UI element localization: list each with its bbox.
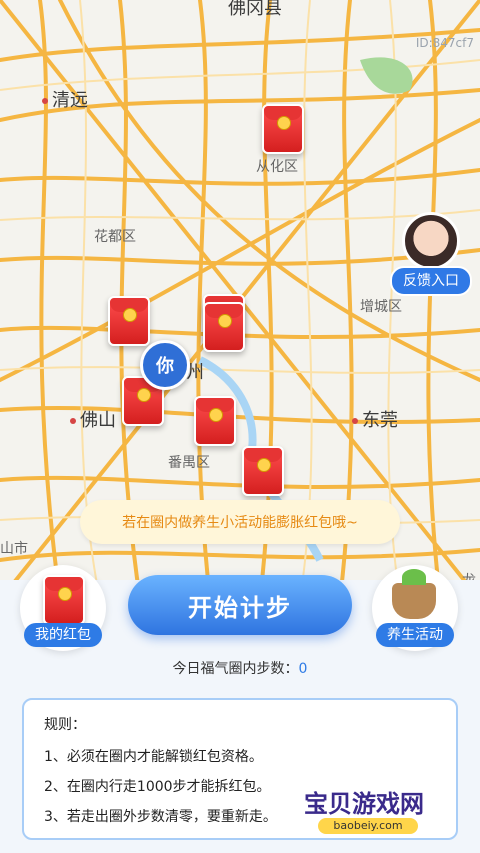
red-packet-marker[interactable] <box>194 396 236 446</box>
place-label-top: 佛冈县 <box>228 0 282 19</box>
step-count: 今日福气圈内步数：0 <box>0 658 480 678</box>
place-label: 增城区 <box>360 299 402 315</box>
place-label: 佛山 <box>70 406 116 432</box>
place-label: 从化区 <box>256 159 298 175</box>
start-counting-button[interactable]: 开始计步 <box>128 575 352 635</box>
place-label: 花都区 <box>94 229 136 245</box>
my-red-packet-button[interactable]: 我的红包 <box>20 565 106 651</box>
red-packet-icon <box>43 575 85 625</box>
red-packet-marker[interactable] <box>108 296 150 346</box>
id-text: ID:847cf7 <box>415 36 474 50</box>
place-label: 番禺区 <box>168 455 210 471</box>
watermark-url: baobeiy.com <box>318 818 418 834</box>
step-count-value: 0 <box>298 661 308 677</box>
feedback-entry[interactable]: 反馈入口 <box>390 212 472 296</box>
rules-title: 规则： <box>44 717 86 733</box>
place-label: 山市 <box>0 541 28 557</box>
health-activity-label: 养生活动 <box>376 623 454 647</box>
rule-item: 1、必须在圈内才能解锁红包资格。 <box>44 749 263 765</box>
watermark-text: 宝贝游戏网 <box>304 790 424 818</box>
herb-pot-icon <box>392 569 436 619</box>
place-label: 东莞 <box>352 406 398 432</box>
health-activity-button[interactable]: 养生活动 <box>372 565 458 651</box>
feedback-label: 反馈入口 <box>390 266 472 296</box>
user-location-marker: 你 <box>140 340 190 390</box>
assistant-avatar-icon <box>402 212 460 270</box>
red-packet-marker[interactable] <box>242 446 284 496</box>
place-label: 清远 <box>42 86 88 112</box>
site-watermark: 宝贝游戏网 baobeiy.com <box>300 770 450 840</box>
my-red-packet-label: 我的红包 <box>24 623 102 647</box>
tip-banner: 若在圈内做养生小活动能膨胀红包哦~ <box>80 500 400 544</box>
step-count-label: 今日福气圈内步数： <box>172 661 299 677</box>
red-packet-marker[interactable] <box>203 302 245 352</box>
red-packet-marker[interactable] <box>262 104 304 154</box>
